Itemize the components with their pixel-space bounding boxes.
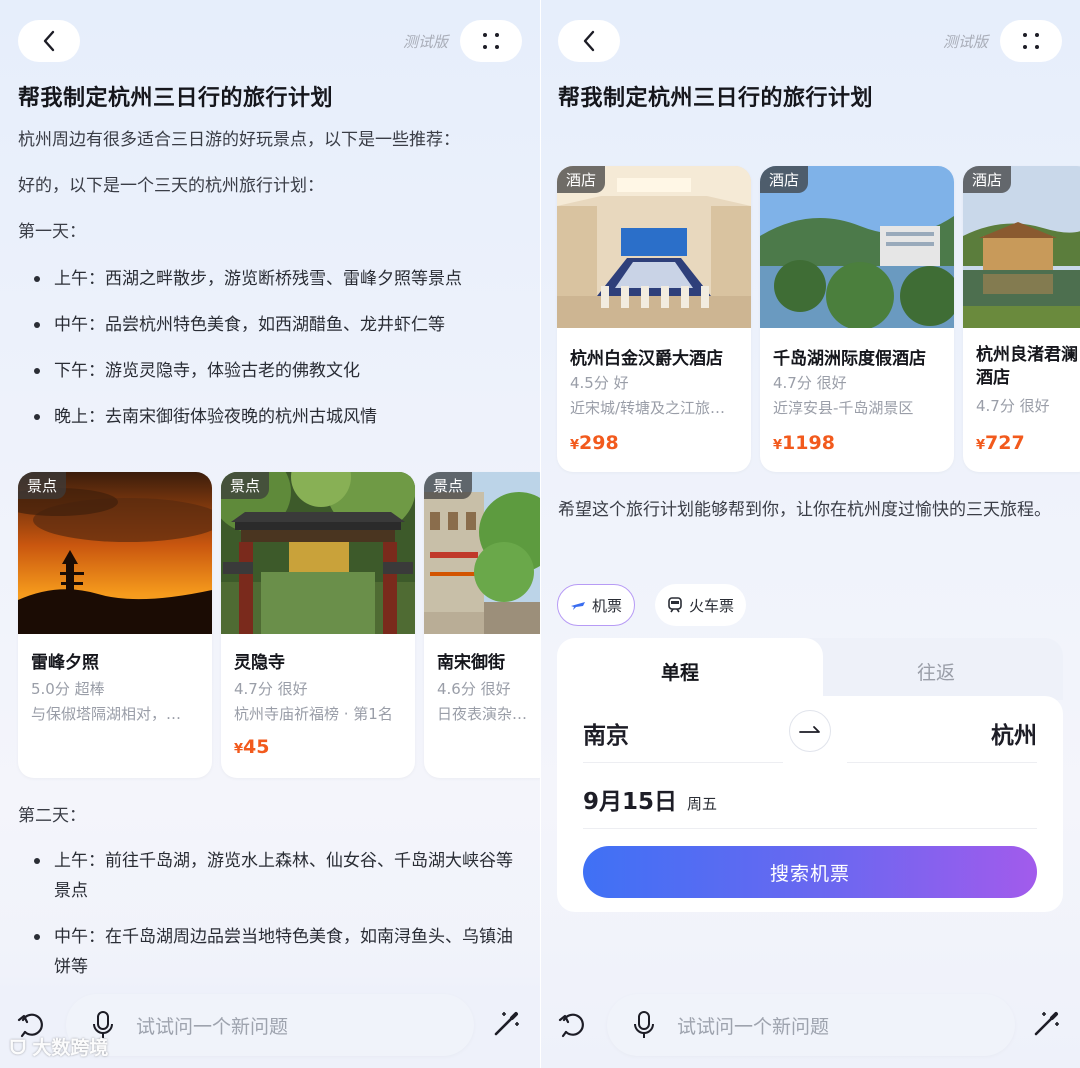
tab-flight-tickets[interactable]: 机票 [557, 584, 636, 626]
card-score: 4.7分 很好 [976, 397, 1050, 415]
card-score: 4.7分 很好 [234, 680, 308, 698]
card-desc: 日夜表演杂剧、 [437, 705, 540, 723]
question-input[interactable]: 试试问一个新问题 [607, 994, 1015, 1056]
beta-label: 测试版 [402, 33, 448, 51]
page-title: 帮我制定杭州三日行的旅行计划 [558, 86, 874, 111]
input-placeholder: 试试问一个新问题 [677, 1016, 830, 1038]
microphone-icon[interactable] [633, 1010, 655, 1040]
day2-label: 第二天： [18, 806, 86, 826]
right-screen: 测试版 帮我制定杭州三日行的旅行计划 酒店 杭州白金汉爵大酒店 4.5分 好 近… [541, 0, 1080, 1068]
plane-icon [571, 602, 585, 610]
card-price: ¥298 [570, 432, 619, 454]
flight-search-card: 往返 单程 南京 杭州 9月15日 周五 搜索机票 [557, 638, 1063, 912]
list-item: 中午：品尝杭州特色美食，如西湖醋鱼、龙井虾仁等 [34, 310, 445, 340]
card-name: 南宋御街 [437, 653, 505, 673]
divider [847, 762, 1037, 763]
day1-label: 第一天： [18, 222, 86, 242]
refresh-chat-icon[interactable] [557, 1008, 589, 1040]
left-screen: 测试版 帮我制定杭州三日行的旅行计划 杭州周边有很多适合三日游的好玩景点，以下是… [0, 0, 540, 1068]
card-price: ¥45 [234, 736, 270, 758]
card-name: 杭州白金汉爵大酒店 [570, 349, 723, 369]
card-name: 灵隐寺 [234, 653, 285, 673]
swap-cities-button[interactable] [789, 710, 831, 752]
card-name: 千岛湖洲际度假酒店 [773, 349, 926, 369]
card-name: 雷峰夕照 [31, 653, 99, 673]
train-icon [668, 597, 682, 613]
closing-text: 希望这个旅行计划能够帮到你，让你在杭州度过愉快的三天旅程。 [558, 500, 1051, 520]
beta-label: 测试版 [942, 33, 988, 51]
attraction-card-lingyin[interactable]: 景点 灵隐寺 4.7分 很好 杭州寺庙祈福榜 · 第1名 ¥45 [221, 472, 415, 778]
bottom-bar: 试试问一个新问题 [541, 972, 1080, 1068]
arrow-right-icon [799, 726, 820, 733]
hotel-card-baijin[interactable]: 酒店 杭州白金汉爵大酒店 4.5分 好 近宋城/转塘及之江旅… ¥298 [557, 166, 751, 472]
more-dots-icon [483, 33, 499, 49]
back-button[interactable] [18, 20, 80, 62]
card-desc: 杭州寺庙祈福榜 · 第1名 [234, 705, 393, 723]
attraction-card-nansong[interactable]: 景点 南宋御街 4.6分 很好 日夜表演杂剧、 [424, 472, 540, 778]
arrival-city[interactable]: 杭州 [991, 716, 1037, 750]
magic-wand-icon[interactable] [492, 1008, 522, 1038]
departure-city[interactable]: 南京 [583, 716, 629, 750]
card-name: 杭州良渚君澜酒店 [976, 345, 1078, 388]
more-button[interactable] [460, 20, 522, 62]
attraction-card-leifeng[interactable]: 景点 雷峰夕照 5.0分 超棒 与保俶塔隔湖相对，… [18, 472, 212, 778]
tab-train-tickets[interactable]: 火车票 [655, 584, 747, 626]
card-tag: 景点 [424, 472, 473, 499]
watermark: ᗜ 大数跨境 [10, 1037, 109, 1059]
search-flights-button[interactable]: 搜索机票 [583, 846, 1037, 898]
card-price: ¥727 [976, 432, 1025, 454]
chevron-left-icon [43, 30, 55, 52]
card-tag: 酒店 [963, 166, 1012, 193]
card-score: 4.5分 好 [570, 374, 629, 392]
more-button[interactable] [1000, 20, 1062, 62]
tab-roundtrip[interactable]: 往返 [787, 638, 1063, 700]
card-score: 4.6分 很好 [437, 680, 511, 698]
back-button[interactable] [558, 20, 620, 62]
card-tag: 景点 [221, 472, 270, 499]
list-item: 上午：前往千岛湖，游览水上森林、仙女谷、千岛湖大峡谷等景点 [34, 846, 524, 906]
card-tag: 景点 [18, 472, 67, 499]
card-price: ¥1198 [773, 432, 835, 454]
hotel-card-qiandaohu[interactable]: 酒店 千岛湖洲际度假酒店 4.7分 很好 近淳安县-千岛湖景区 ¥1198 [760, 166, 954, 472]
list-item: 下午：游览灵隐寺，体验古老的佛教文化 [34, 356, 360, 386]
more-dots-icon [1023, 33, 1039, 49]
divider [583, 762, 783, 763]
divider [583, 828, 1037, 829]
magic-wand-icon[interactable] [1032, 1008, 1062, 1038]
list-item: 晚上：去南宋御街体验夜晚的杭州古城风情 [34, 402, 377, 432]
card-desc: 近淳安县-千岛湖景区 [773, 399, 914, 417]
card-score: 5.0分 超棒 [31, 680, 105, 698]
question-input[interactable]: 试试问一个新问题 [66, 994, 474, 1056]
chevron-left-icon [583, 30, 595, 52]
input-placeholder: 试试问一个新问题 [136, 1016, 289, 1038]
card-desc: 近宋城/转塘及之江旅… [570, 399, 726, 417]
card-score: 4.7分 很好 [773, 374, 847, 392]
plan-intro-text: 好的，以下是一个三天的杭州旅行计划： [18, 176, 324, 196]
list-item: 上午：西湖之畔散步，游览断桥残雪、雷峰夕照等景点 [34, 264, 462, 294]
card-tag: 酒店 [557, 166, 606, 193]
intro-text: 杭州周边有很多适合三日游的好玩景点，以下是一些推荐： [18, 130, 460, 150]
page-title: 帮我制定杭州三日行的旅行计划 [18, 86, 334, 111]
card-tag: 酒店 [760, 166, 809, 193]
hotel-card-liangzhu[interactable]: 酒店 杭州良渚君澜酒店 4.7分 很好 ¥727 [963, 166, 1080, 472]
card-desc: 与保俶塔隔湖相对，… [31, 705, 182, 723]
departure-date[interactable]: 9月15日 周五 [583, 782, 717, 816]
